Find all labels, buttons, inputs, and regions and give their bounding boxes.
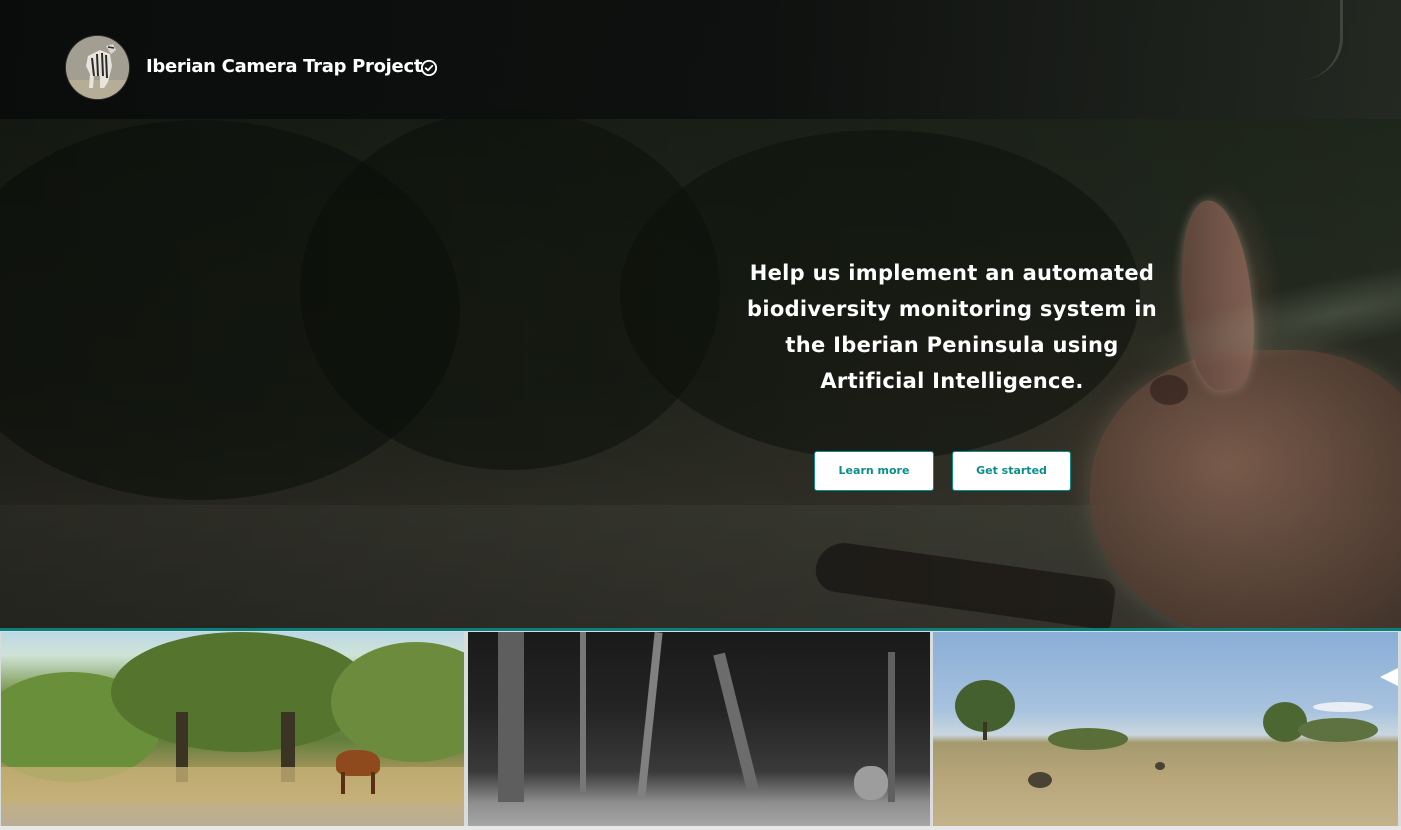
chevron-left-icon[interactable] xyxy=(1380,668,1398,686)
shrub xyxy=(1298,718,1378,742)
project-avatar[interactable] xyxy=(66,36,129,99)
hero-banner: Iberian Camera Trap Project Help us impl… xyxy=(0,0,1401,628)
cow-leg xyxy=(371,772,375,794)
tree-trunk xyxy=(637,632,663,797)
zebra-avatar-icon xyxy=(66,36,129,99)
gallery-image-night-boar[interactable] xyxy=(468,632,930,826)
ground-rock xyxy=(1155,762,1165,770)
hero-message: Help us implement an automated biodivers… xyxy=(747,261,1157,393)
dry-grass xyxy=(1,767,464,802)
project-title[interactable]: Iberian Camera Trap Project xyxy=(146,56,422,77)
tree-trunk xyxy=(983,722,987,740)
learn-more-button[interactable]: Learn more xyxy=(814,451,934,491)
cloud xyxy=(1313,702,1373,712)
shrub xyxy=(1048,728,1128,750)
tree-trunk xyxy=(713,652,759,792)
gallery-image-forest-cow[interactable] xyxy=(1,632,464,826)
header-decoration xyxy=(1300,0,1343,80)
get-started-button[interactable]: Get started xyxy=(952,451,1071,491)
boar-animal xyxy=(854,766,888,800)
tree-trunk xyxy=(498,632,524,802)
hero-divider xyxy=(0,628,1401,631)
page-bottom-edge xyxy=(0,826,1401,830)
tree-trunk xyxy=(888,652,895,802)
gallery-image-open-field[interactable] xyxy=(933,632,1398,826)
verified-check-icon xyxy=(421,60,437,76)
tree-trunk xyxy=(580,632,586,792)
project-home-page: Iberian Camera Trap Project Help us impl… xyxy=(0,0,1401,830)
tree-canopy xyxy=(1263,702,1307,742)
cow-leg xyxy=(341,772,345,794)
ground-rock xyxy=(1028,772,1052,788)
